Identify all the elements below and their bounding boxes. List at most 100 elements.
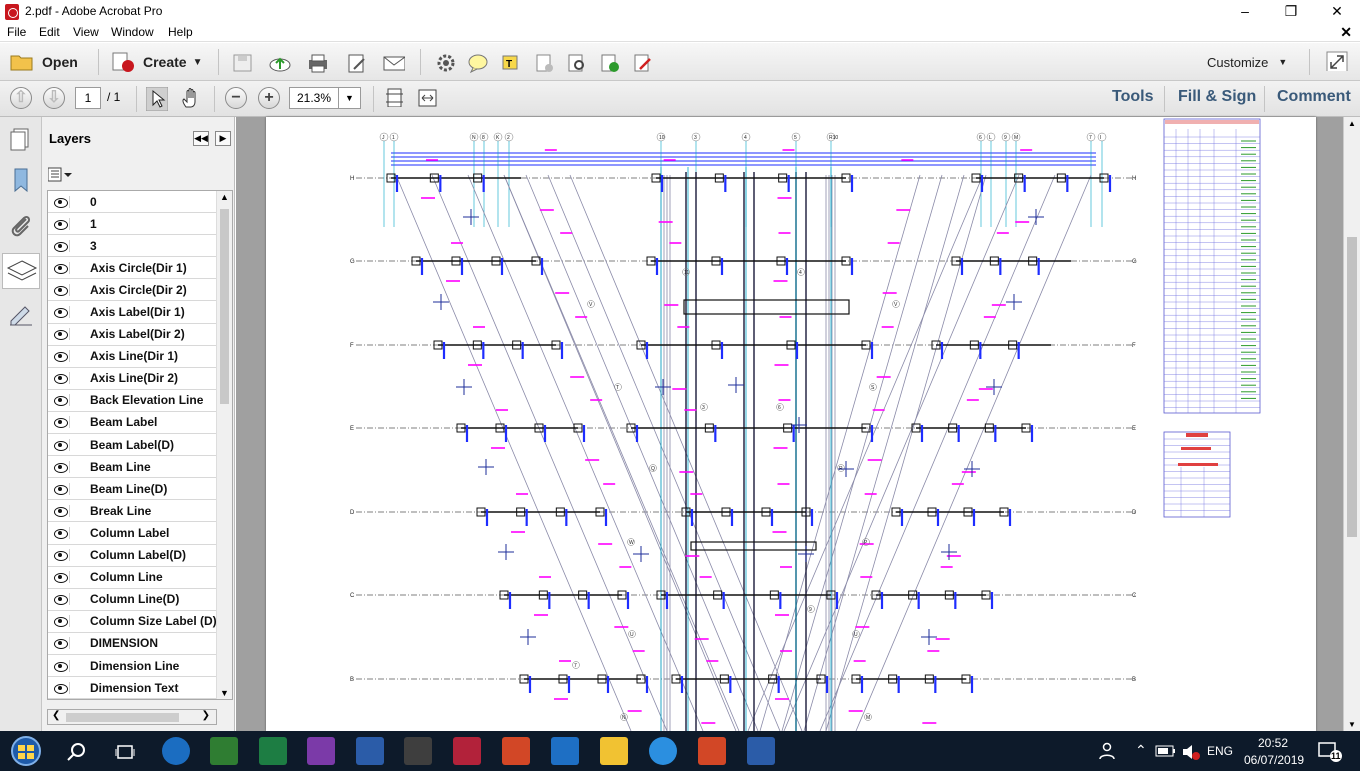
eye-visibility-icon[interactable] xyxy=(52,438,70,451)
layer-row[interactable]: Beam Label(D) xyxy=(48,434,232,457)
close-button[interactable]: ✕ xyxy=(1314,0,1360,24)
remove-document-icon[interactable] xyxy=(534,53,556,73)
scroll-left-icon[interactable]: ❮ xyxy=(52,710,60,721)
layer-row[interactable]: Axis Line(Dir 2) xyxy=(48,368,232,390)
file-explorer-icon[interactable] xyxy=(600,737,628,765)
store-icon[interactable] xyxy=(210,737,238,765)
zoom-select[interactable]: 21.3% ▼ xyxy=(289,87,361,109)
eye-visibility-icon[interactable] xyxy=(52,637,70,650)
edge-icon[interactable] xyxy=(162,737,190,765)
upload-cloud-icon[interactable] xyxy=(269,53,291,73)
page-number-input[interactable]: 1 xyxy=(75,87,101,109)
eye-visibility-icon[interactable] xyxy=(52,328,70,341)
excel-icon[interactable] xyxy=(259,737,287,765)
internet-explorer-icon[interactable] xyxy=(649,737,677,765)
layer-row[interactable]: Column Label(D) xyxy=(48,545,232,567)
scroll-up-icon[interactable]: ▲ xyxy=(1348,119,1356,128)
scroll-down-icon[interactable]: ▼ xyxy=(220,688,229,698)
speaker-muted-icon[interactable] xyxy=(1181,743,1201,761)
layer-list-scrollbar[interactable]: ▲ ▼ xyxy=(216,191,232,699)
show-hidden-icons[interactable]: ⌃ xyxy=(1135,742,1147,759)
vertical-scrollbar[interactable]: ▲ ▼ xyxy=(1343,117,1360,731)
eye-visibility-icon[interactable] xyxy=(52,217,70,230)
eye-visibility-icon[interactable] xyxy=(52,350,70,363)
layer-row[interactable]: Dimension Text xyxy=(48,677,232,699)
eye-visibility-icon[interactable] xyxy=(52,615,70,628)
start-orb-icon[interactable] xyxy=(8,735,44,767)
layer-row[interactable]: DIMENSION xyxy=(48,633,232,655)
expand-panel-icon[interactable]: ▶ xyxy=(215,131,231,146)
zoom-out-button[interactable]: − xyxy=(225,87,247,109)
autocad-icon[interactable] xyxy=(404,737,432,765)
eye-visibility-icon[interactable] xyxy=(52,593,70,606)
layers-icon[interactable] xyxy=(2,253,40,289)
fill-sign-pane-button[interactable]: Fill & Sign xyxy=(1178,88,1256,106)
scroll-thumb[interactable] xyxy=(220,209,229,404)
eye-visibility-icon[interactable] xyxy=(52,681,70,694)
export-icon[interactable] xyxy=(599,53,621,73)
page-thumbnails-icon[interactable] xyxy=(6,125,36,155)
sign-document-icon[interactable] xyxy=(632,53,654,73)
search-icon[interactable] xyxy=(66,741,88,763)
layer-row[interactable]: Axis Line(Dir 1) xyxy=(48,346,232,368)
layer-row[interactable]: Axis Label(Dir 1) xyxy=(48,301,232,324)
eye-visibility-icon[interactable] xyxy=(52,526,70,539)
eye-visibility-icon[interactable] xyxy=(52,261,70,274)
eye-visibility-icon[interactable] xyxy=(52,659,70,672)
layer-row[interactable]: Beam Line(D) xyxy=(48,478,232,501)
eye-visibility-icon[interactable] xyxy=(52,195,70,208)
clock-time[interactable]: 20:52 xyxy=(1258,736,1288,750)
layer-row[interactable]: Beam Line xyxy=(48,456,232,479)
collapse-panel-icon[interactable]: ◀◀ xyxy=(193,131,209,146)
eye-visibility-icon[interactable] xyxy=(52,372,70,385)
eye-visibility-icon[interactable] xyxy=(52,239,70,252)
customize-button[interactable]: Customize ▼ xyxy=(1207,50,1287,74)
print-icon[interactable] xyxy=(307,53,329,73)
next-page-button[interactable]: ⇩ xyxy=(43,87,65,109)
previous-page-button[interactable]: ⇧ xyxy=(10,87,32,109)
eye-visibility-icon[interactable] xyxy=(52,482,70,495)
comment-pane-button[interactable]: Comment xyxy=(1277,88,1351,106)
eye-visibility-icon[interactable] xyxy=(52,460,70,473)
eye-visibility-icon[interactable] xyxy=(52,549,70,562)
menu-help[interactable]: Help xyxy=(168,25,193,39)
people-icon[interactable] xyxy=(1098,742,1116,760)
revit-icon[interactable] xyxy=(453,737,481,765)
word-running-icon[interactable] xyxy=(747,737,775,765)
scroll-down-icon[interactable]: ▼ xyxy=(1348,720,1356,729)
layer-row[interactable]: Break Line xyxy=(48,500,232,523)
eye-visibility-icon[interactable] xyxy=(52,306,70,319)
eye-visibility-icon[interactable] xyxy=(52,504,70,517)
save-icon[interactable] xyxy=(232,53,254,73)
layer-row[interactable]: 0 xyxy=(48,191,232,214)
comment-bubble-icon[interactable] xyxy=(467,53,489,73)
horizontal-scrollbar[interactable]: ❮ ❯ xyxy=(47,709,217,725)
layer-row[interactable]: Column Line xyxy=(48,567,232,589)
scroll-thumb[interactable] xyxy=(1347,237,1357,537)
chevron-down-icon[interactable]: ▼ xyxy=(338,88,360,108)
select-arrow-icon[interactable] xyxy=(146,87,168,111)
eye-visibility-icon[interactable] xyxy=(52,283,70,296)
layer-row[interactable]: 1 xyxy=(48,213,232,236)
menu-file[interactable]: File xyxy=(7,25,26,39)
eye-visibility-icon[interactable] xyxy=(52,416,70,429)
task-view-icon[interactable] xyxy=(114,741,136,763)
layer-row[interactable]: Axis Label(Dir 2) xyxy=(48,324,232,346)
highlight-text-icon[interactable]: T xyxy=(500,53,522,73)
menu-window[interactable]: Window xyxy=(111,25,154,39)
layer-row[interactable]: Beam Label xyxy=(48,412,232,435)
maximize-button[interactable]: ❐ xyxy=(1268,0,1314,24)
word-icon[interactable] xyxy=(356,737,384,765)
layer-row[interactable]: Back Elevation Line xyxy=(48,390,232,412)
tools-pane-button[interactable]: Tools xyxy=(1112,88,1153,106)
language-indicator[interactable]: ENG xyxy=(1207,744,1233,758)
layer-row[interactable]: Column Label xyxy=(48,522,232,545)
hand-tool-icon[interactable] xyxy=(180,87,202,111)
layer-row[interactable]: Axis Circle(Dir 2) xyxy=(48,279,232,302)
email-icon[interactable] xyxy=(383,53,405,73)
fullscreen-icon[interactable] xyxy=(1326,51,1348,71)
powerpoint-running-icon[interactable] xyxy=(698,737,726,765)
menu-edit[interactable]: Edit xyxy=(39,25,60,39)
menu-view[interactable]: View xyxy=(73,25,99,39)
layer-row[interactable]: Footing Label xyxy=(48,699,232,700)
